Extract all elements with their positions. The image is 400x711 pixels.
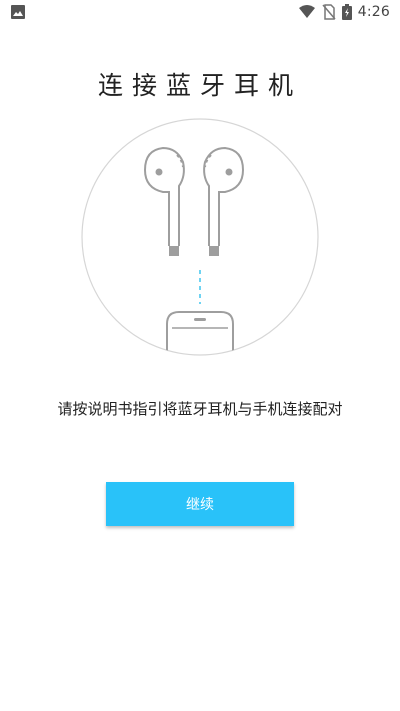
status-time: 4:26	[357, 4, 390, 20]
continue-button[interactable]: 继续	[106, 482, 294, 526]
instruction-text: 请按说明书指引将蓝牙耳机与手机连接配对	[57, 400, 343, 418]
status-left	[10, 4, 26, 20]
wifi-icon	[298, 5, 316, 19]
page-title: 连接蓝牙耳机	[97, 71, 302, 100]
status-right: 4:26	[298, 4, 390, 20]
status-bar: 4:26	[0, 0, 400, 24]
battery-charging-icon	[341, 4, 352, 20]
earbuds-illustration	[81, 118, 319, 356]
no-sim-icon	[322, 4, 336, 20]
image-icon	[10, 4, 26, 20]
